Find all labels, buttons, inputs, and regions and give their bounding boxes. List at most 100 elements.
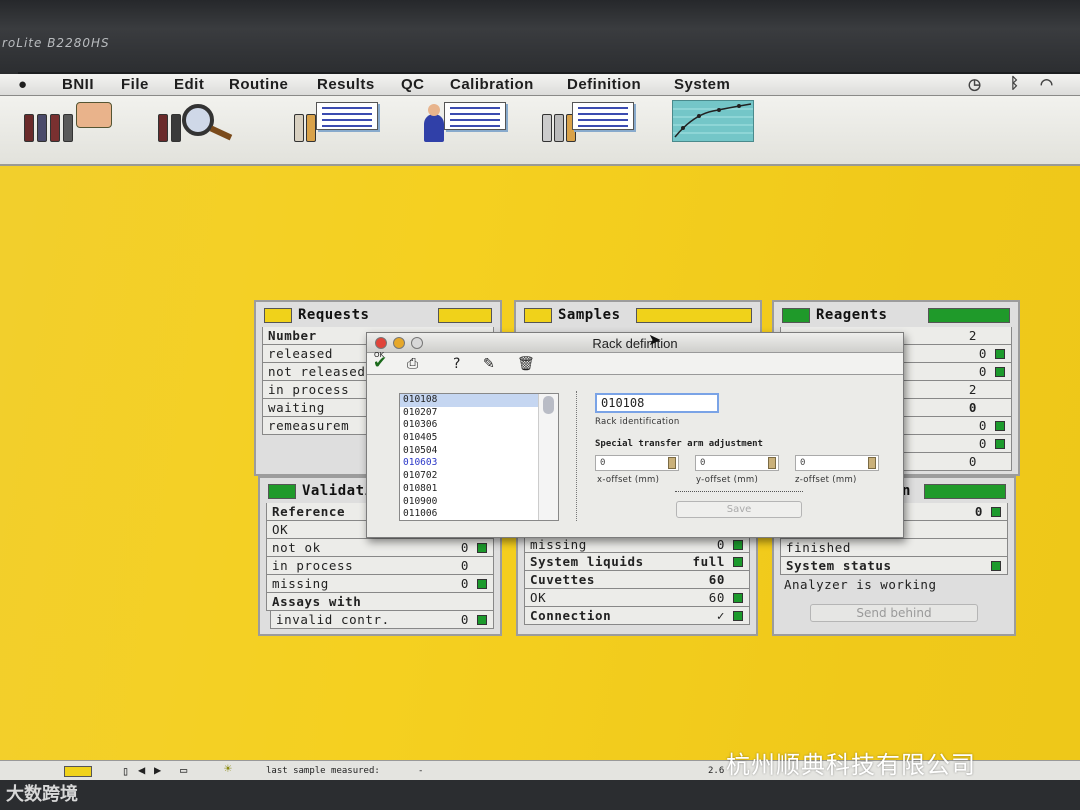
- x-offset-stepper[interactable]: [668, 457, 676, 469]
- status-right-value: 2.6: [708, 766, 725, 776]
- document-icon[interactable]: ▯: [122, 764, 129, 778]
- reagents-list-icon[interactable]: [542, 100, 634, 144]
- reagents-title: Reagents: [816, 307, 888, 323]
- samples-title: Samples: [558, 307, 621, 323]
- validation-row-missing[interactable]: missing 0: [266, 575, 494, 593]
- rack-id-label: Rack identification: [595, 417, 680, 427]
- rack-list-item[interactable]: 010108: [400, 394, 558, 407]
- system-status-bar: [924, 484, 1006, 499]
- bluetooth-icon[interactable]: ᛒ: [1010, 75, 1019, 92]
- arrow-left-icon[interactable]: ◀: [138, 763, 145, 777]
- rack-list-item[interactable]: 010504: [400, 445, 558, 458]
- green-indicator-icon: [733, 593, 743, 603]
- assays-row-invalid-controls[interactable]: invalid contr. 0: [270, 611, 494, 629]
- rack-list[interactable]: 010108 010207 010306 010405 010504 01060…: [399, 393, 559, 521]
- cuvettes-ok-row[interactable]: OK 60: [524, 589, 750, 607]
- corner-watermark: 大数跨境: [6, 784, 78, 805]
- rack-definition-dialog: Rack definition ✔ OK ⎙ ? ✎ 🗑 010108 0102…: [366, 332, 904, 538]
- menu-routine[interactable]: Routine: [229, 76, 288, 93]
- system-status-row: System status: [780, 557, 1008, 575]
- menu-definition[interactable]: Definition: [567, 76, 641, 93]
- sun-icon: ☀: [224, 762, 232, 777]
- arrow-right-icon[interactable]: ▶: [154, 763, 161, 777]
- validation-status-lamp: [268, 484, 296, 499]
- scrollbar-thumb[interactable]: [543, 396, 554, 414]
- green-indicator-icon: [477, 579, 487, 589]
- last-sample-label: last sample measured:: [266, 766, 380, 776]
- green-indicator-icon: [991, 561, 1001, 571]
- rack-list-item[interactable]: 010801: [400, 483, 558, 496]
- validation-row-in-process[interactable]: in process 0: [266, 557, 494, 575]
- assays-header: Assays with: [266, 593, 494, 611]
- brand-watermark: 杭州顺典科技有限公司: [726, 751, 976, 779]
- requests-list-icon[interactable]: [294, 100, 378, 144]
- monitor-bezel-top: roLite B2280HS: [0, 0, 1080, 72]
- rack-list-item[interactable]: 010207: [400, 407, 558, 420]
- y-offset-stepper[interactable]: [768, 457, 776, 469]
- clock-icon[interactable]: ◷: [968, 75, 981, 93]
- calibration-curve-icon[interactable]: [672, 100, 754, 142]
- rack-list-item[interactable]: 011006: [400, 508, 558, 520]
- cuvettes-row[interactable]: Cuvettes 60: [524, 571, 750, 589]
- green-indicator-icon: [733, 540, 743, 550]
- connection-row[interactable]: Connection ✓: [524, 607, 750, 625]
- rack-list-item[interactable]: 010405: [400, 432, 558, 445]
- z-offset-stepper[interactable]: [868, 457, 876, 469]
- menu-qc[interactable]: QC: [401, 76, 425, 93]
- menu-results[interactable]: Results: [317, 76, 375, 93]
- rack-id-input[interactable]: 010108: [595, 393, 719, 413]
- dotted-separator: [675, 491, 803, 492]
- send-behind-button[interactable]: Send behind: [810, 604, 978, 622]
- menu-app[interactable]: BNII: [62, 76, 94, 93]
- save-button[interactable]: Save: [676, 501, 802, 518]
- z-offset-label: z-offset (mm): [795, 475, 857, 485]
- requests-status-lamp: [264, 308, 292, 323]
- arm-adjustment-title: Special transfer arm adjustment: [595, 439, 763, 449]
- validation-row-not-ok[interactable]: not ok 0: [266, 539, 494, 557]
- z-offset-input[interactable]: 0: [795, 455, 879, 471]
- menu-file[interactable]: File: [121, 76, 149, 93]
- sample-inspect-icon[interactable]: [158, 100, 238, 144]
- green-indicator-icon: [991, 507, 1001, 517]
- y-offset-label: y-offset (mm): [696, 475, 759, 485]
- rack-loading-icon[interactable]: [24, 100, 116, 144]
- green-indicator-icon: [995, 421, 1005, 431]
- requests-title: Requests: [298, 307, 370, 323]
- dialog-divider: [576, 391, 578, 521]
- mouse-cursor-icon: ➤: [648, 330, 662, 349]
- screen: ● BNII File Edit Routine Results QC Cali…: [0, 74, 1080, 780]
- reagents-status-lamp: [782, 308, 810, 323]
- menu-system[interactable]: System: [674, 76, 730, 93]
- toolbar: [0, 96, 1080, 166]
- green-indicator-icon: [477, 543, 487, 553]
- rack-list-item[interactable]: 010603: [400, 457, 558, 470]
- y-offset-input[interactable]: 0: [695, 455, 779, 471]
- help-icon[interactable]: ?: [453, 356, 460, 372]
- system-liquids-row[interactable]: System liquids full: [524, 553, 750, 571]
- status-lamp: [64, 766, 92, 777]
- monitor-model-label: roLite B2280HS: [2, 36, 110, 50]
- wifi-icon[interactable]: ◠: [1040, 75, 1053, 93]
- x-offset-input[interactable]: 0: [595, 455, 679, 471]
- samples-status-bar: [636, 308, 752, 323]
- edit-icon[interactable]: ✎: [483, 356, 495, 372]
- dialog-title-bar[interactable]: Rack definition: [367, 333, 903, 353]
- rack-list-item[interactable]: 010306: [400, 419, 558, 432]
- rack-list-scrollbar[interactable]: [538, 394, 558, 520]
- green-indicator-icon: [477, 615, 487, 625]
- rack-list-item[interactable]: 010702: [400, 470, 558, 483]
- print-icon[interactable]: ⎙: [407, 356, 418, 372]
- checkmark-icon: ✓: [716, 608, 725, 623]
- reagents-status-bar: [928, 308, 1010, 323]
- menu-calibration[interactable]: Calibration: [450, 76, 534, 93]
- green-indicator-icon: [995, 367, 1005, 377]
- trash-icon[interactable]: 🗑: [517, 356, 535, 372]
- monitor-icon[interactable]: ▭: [180, 763, 187, 777]
- ok-label: OK: [374, 351, 385, 359]
- rack-list-item[interactable]: 010900: [400, 496, 558, 509]
- menu-bar: ● BNII File Edit Routine Results QC Cali…: [0, 74, 1080, 96]
- apple-menu-icon[interactable]: ●: [18, 76, 27, 93]
- green-indicator-icon: [733, 557, 743, 567]
- user-list-icon[interactable]: [424, 100, 506, 144]
- menu-edit[interactable]: Edit: [174, 76, 204, 93]
